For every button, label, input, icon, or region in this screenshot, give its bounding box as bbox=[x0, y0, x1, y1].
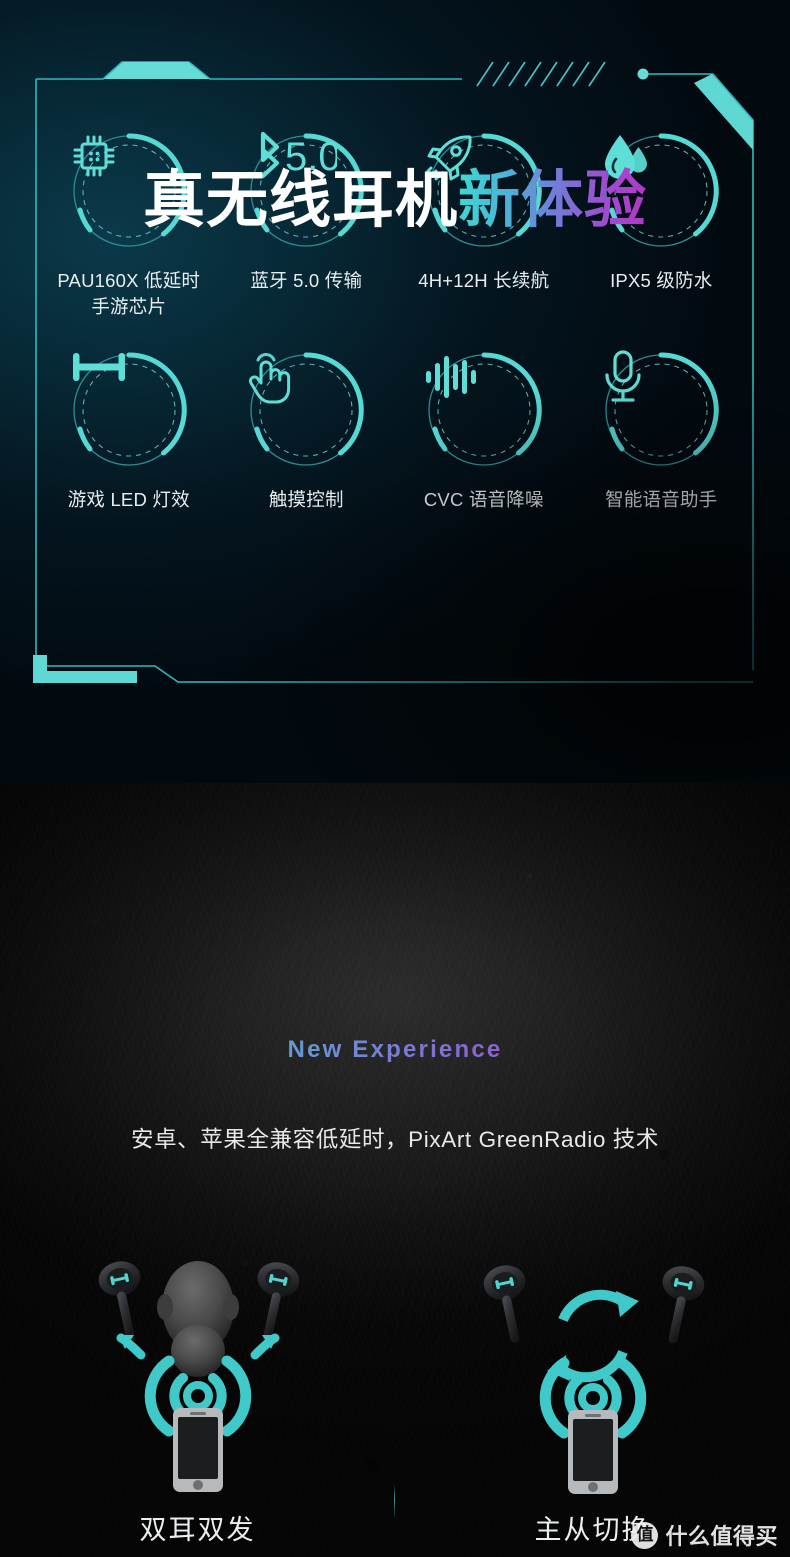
feature-item-touch[interactable]: 触摸控制 bbox=[218, 349, 396, 513]
watermark: 值 什么值得买 bbox=[631, 1519, 778, 1551]
tagline-text: 安卓、苹果全兼容低延时，PixArt GreenRadio 技术 bbox=[130, 1127, 660, 1152]
earbud-left bbox=[483, 1265, 525, 1343]
feature-circle bbox=[423, 349, 545, 471]
two-earbuds-swap-arrows-phone-signal bbox=[483, 1265, 704, 1494]
watermark-logo-icon: 值 bbox=[631, 1521, 659, 1549]
led-bar-icon bbox=[68, 349, 190, 471]
wave-center-dot bbox=[577, 1383, 608, 1413]
feature-label: 4H+12H 长续航 bbox=[418, 270, 550, 291]
feature-label: IPX5 级防水 bbox=[610, 270, 713, 291]
feature-label: PAU160X 低延时 手游芯片 bbox=[57, 270, 201, 318]
feature-item-led[interactable]: 游戏 LED 灯效 bbox=[40, 349, 218, 513]
frame-dot bbox=[637, 68, 649, 80]
feature-circle bbox=[68, 349, 190, 471]
earbud-left bbox=[98, 1261, 140, 1339]
phone-icon bbox=[172, 1408, 223, 1492]
frame-bracket bbox=[33, 655, 137, 683]
features-section: PAU160X 低延时 手游芯片 5.0 蓝牙 5.0 传输 4H+12H 长续… bbox=[0, 0, 790, 783]
feature-circle bbox=[245, 349, 367, 471]
feature-circle bbox=[600, 349, 722, 471]
wave-center-dot bbox=[182, 1381, 213, 1411]
subtitle-english: New Experience bbox=[0, 1036, 790, 1064]
head-two-earbuds-phone-signal bbox=[98, 1261, 299, 1492]
page-title: 真无线耳机新体验 bbox=[0, 170, 790, 232]
feature-item-noise-cancel[interactable]: CVC 语音降噪 bbox=[395, 349, 573, 513]
watermark-text: 什么值得买 bbox=[665, 1524, 778, 1549]
feature-label: 智能语音助手 bbox=[605, 488, 718, 510]
touch-hand-icon bbox=[245, 349, 367, 471]
illustration-master-slave-switch: 主从切换 bbox=[395, 1245, 790, 1557]
headline-gradient-part: 新体验 bbox=[458, 166, 648, 235]
illustration-caption: 双耳双发 bbox=[139, 1515, 256, 1545]
microphone-icon bbox=[600, 349, 722, 471]
waveform-icon bbox=[423, 349, 545, 471]
column-divider bbox=[394, 1484, 395, 1519]
feature-label: 游戏 LED 灯效 bbox=[67, 488, 190, 510]
frame-hatches bbox=[476, 61, 606, 87]
earbud-right bbox=[662, 1266, 704, 1344]
illustration-row: 双耳双发 主从切换 bbox=[0, 1245, 790, 1557]
phone-icon bbox=[567, 1410, 618, 1494]
feature-label: 触摸控制 bbox=[268, 488, 344, 510]
feature-item-voice-assistant[interactable]: 智能语音助手 bbox=[573, 349, 751, 513]
feature-label: CVC 语音降噪 bbox=[423, 488, 544, 510]
earbud-right bbox=[257, 1262, 299, 1340]
product-detail-page: PAU160X 低延时 手游芯片 5.0 蓝牙 5.0 传输 4H+12H 长续… bbox=[0, 0, 790, 1557]
headline-white-part: 真无线耳机 bbox=[142, 166, 458, 235]
feature-label: 蓝牙 5.0 传输 bbox=[250, 270, 363, 291]
illustration-dual-transmission: 双耳双发 bbox=[0, 1245, 395, 1557]
